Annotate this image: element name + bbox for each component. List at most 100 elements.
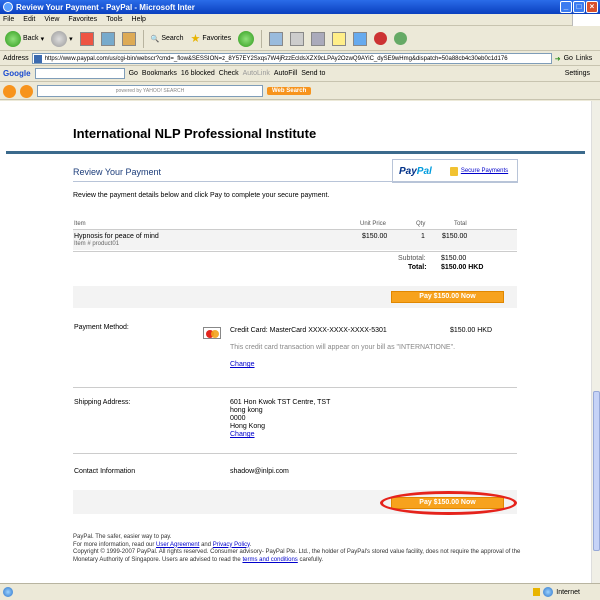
autolink-button[interactable]: AutoLink: [243, 70, 270, 77]
research-button[interactable]: [351, 29, 369, 49]
lock-status-icon: [533, 588, 541, 596]
change-shipping-link[interactable]: Change: [230, 431, 255, 438]
stop-icon: [79, 31, 94, 46]
forward-arrow-icon: [51, 30, 68, 47]
print-button[interactable]: [288, 29, 306, 49]
page-done-icon: [3, 587, 13, 597]
page-viewport: International NLP Professional Institute…: [0, 101, 591, 583]
contact-info-label: Contact Information: [74, 468, 136, 475]
site-title: International NLP Professional Institute: [73, 126, 317, 141]
google-settings-button[interactable]: Settings: [565, 70, 590, 77]
item-name: Hypnosis for peace of mind: [74, 233, 159, 240]
close-button[interactable]: ×: [586, 1, 598, 13]
mail-button[interactable]: [267, 29, 285, 49]
web-search-button[interactable]: Web Search: [267, 87, 312, 95]
section-divider: [73, 453, 517, 454]
discuss-button[interactable]: [330, 29, 348, 49]
secure-payments-link[interactable]: Secure Payments: [461, 168, 508, 174]
messenger-button[interactable]: [372, 29, 389, 49]
menu-tools[interactable]: Tools: [106, 16, 122, 23]
home-button[interactable]: [120, 29, 138, 49]
col-item: Item: [74, 221, 86, 227]
menu-file[interactable]: File: [3, 16, 14, 23]
edit-icon: [311, 31, 326, 46]
search-button[interactable]: 🔍 Search: [149, 29, 186, 49]
search-icon: 🔍: [150, 35, 160, 43]
col-total: Total: [454, 221, 467, 227]
bookmarks-button[interactable]: Bookmarks: [142, 70, 177, 77]
footer-tagline: PayPal. The safer, easier way to pay.: [73, 534, 172, 540]
yahoo-logo-icon[interactable]: [3, 84, 16, 98]
billing-descriptor-note: This credit card transaction will appear…: [230, 344, 456, 351]
mail-icon: [269, 31, 284, 46]
check-button[interactable]: Check: [219, 70, 239, 77]
google-toolbar: Google Go Bookmarks 16 blocked Check Aut…: [0, 66, 600, 82]
mastercard-icon: [203, 327, 221, 339]
section-divider: [73, 387, 517, 388]
shipping-line3: 0000: [230, 415, 246, 422]
yahoo-search-input[interactable]: powered by YAHOO! SEARCH: [37, 85, 263, 97]
pay-now-button[interactable]: Pay $150.00 Now: [391, 291, 504, 303]
plugin-icon: [394, 32, 408, 45]
scrollbar-thumb[interactable]: [593, 391, 600, 551]
address-bar: Address https://www.paypal.com/us/cgi-bi…: [0, 52, 600, 66]
google-go-button[interactable]: Go: [129, 70, 138, 77]
change-payment-link[interactable]: Change: [230, 361, 255, 368]
minimize-button[interactable]: _: [560, 1, 572, 13]
total-label: Total:: [408, 264, 427, 271]
toolbar-divider: [261, 29, 263, 48]
col-qty: Qty: [416, 221, 426, 227]
grand-total-value: $150.00 HKD: [441, 264, 484, 271]
back-button[interactable]: Back ▾: [3, 29, 46, 49]
messenger-icon: [374, 32, 388, 45]
header-divider: [73, 181, 517, 182]
google-search-input[interactable]: [34, 68, 125, 79]
menu-favorites[interactable]: Favorites: [68, 16, 97, 23]
security-zone-label: Internet: [556, 588, 580, 596]
google-logo[interactable]: Google: [3, 69, 31, 78]
popup-blocked-button[interactable]: 16 blocked: [181, 70, 215, 77]
privacy-policy-link[interactable]: Privacy Policy: [213, 542, 250, 548]
sendto-button[interactable]: Send to: [301, 70, 325, 77]
item-qty: 1: [421, 233, 425, 240]
favorites-button[interactable]: ★ Favorites: [189, 29, 234, 49]
page-favicon: [33, 55, 42, 63]
menu-edit[interactable]: Edit: [23, 16, 35, 23]
links-button[interactable]: Links: [576, 55, 592, 62]
back-arrow-icon: [5, 30, 21, 47]
shipping-line2: hong kong: [230, 407, 263, 414]
highlight-ring: [380, 491, 517, 515]
go-button[interactable]: Go: [564, 55, 573, 62]
maximize-button[interactable]: □: [573, 1, 585, 13]
autofill-button[interactable]: AutoFill: [274, 70, 297, 77]
user-agreement-link[interactable]: User Agreement: [156, 542, 199, 548]
item-unit-price: $150.00: [362, 233, 388, 240]
item-total: $150.00: [442, 233, 468, 240]
yahoo-menu-icon[interactable]: [20, 84, 33, 98]
refresh-button[interactable]: [99, 29, 117, 49]
window-titlebar: Review Your Payment - PayPal - Microsoft…: [0, 0, 600, 14]
terms-link[interactable]: terms and conditions: [242, 557, 297, 563]
extra-button[interactable]: [392, 29, 409, 49]
edit-button[interactable]: [309, 29, 327, 49]
lock-icon: [449, 166, 458, 176]
contact-email: shadow@inlpi.com: [230, 468, 289, 475]
window-title: Review Your Payment - PayPal - Microsoft…: [16, 2, 195, 12]
chevron-down-icon: ▾: [40, 35, 45, 43]
credit-card-info: Credit Card: MasterCard XXXX-XXXX-XXXX-5…: [230, 327, 387, 334]
stop-button[interactable]: [78, 29, 96, 49]
payment-amount: $150.00 HKD: [450, 327, 493, 334]
menu-view[interactable]: View: [44, 16, 59, 23]
windows-logo-icon: [572, 14, 600, 26]
address-label: Address: [3, 55, 29, 62]
address-input[interactable]: https://www.paypal.com/us/cgi-bin/webscr…: [31, 53, 552, 64]
menu-help[interactable]: Help: [132, 16, 146, 23]
history-button[interactable]: [236, 29, 256, 49]
go-arrow-icon[interactable]: ➜: [555, 55, 561, 63]
vertical-scrollbar[interactable]: [591, 101, 600, 583]
forward-button[interactable]: ▾: [49, 29, 75, 49]
toolbar-divider: [142, 29, 144, 48]
subtotal-label: Subtotal:: [398, 255, 426, 262]
footer-copyright: Copyright © 1999-2007 PayPal. All rights…: [73, 549, 521, 563]
status-bar: Internet: [0, 583, 600, 600]
